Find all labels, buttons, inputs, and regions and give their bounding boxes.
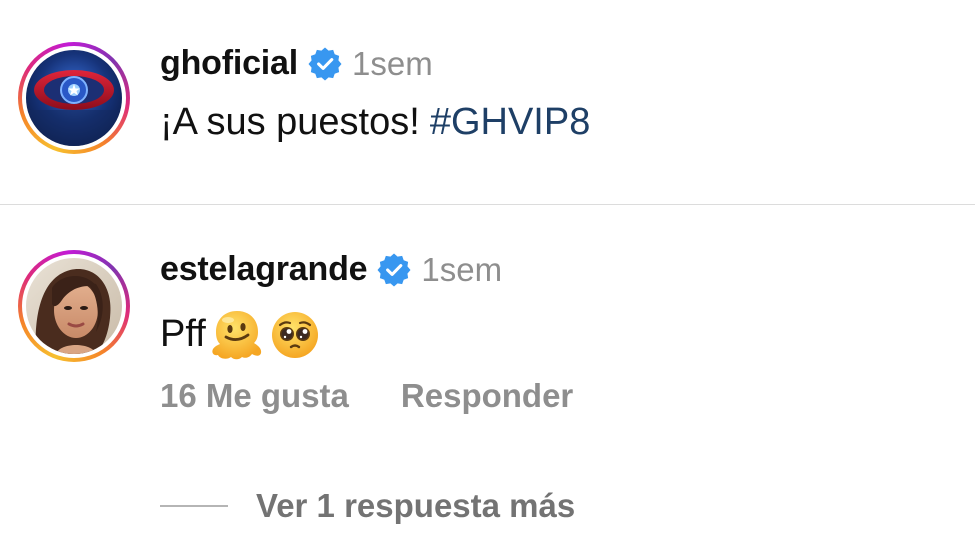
avatar-border xyxy=(22,254,126,358)
view-replies-button[interactable]: Ver 1 respuesta más xyxy=(160,487,575,525)
comment: estelagrande 1sem Pff 16 Me gusta Respon… xyxy=(0,205,975,548)
likes-count-link[interactable]: 16 Me gusta xyxy=(160,377,349,415)
melting-face-emoji-icon xyxy=(210,307,264,361)
caption-text-row: ¡A sus puestos! #GHVIP8 xyxy=(160,101,590,144)
caption-text: ¡A sus puestos! xyxy=(160,101,420,143)
story-ring[interactable] xyxy=(18,42,130,154)
username[interactable]: ghoficial xyxy=(160,44,298,83)
avatar-border xyxy=(22,46,126,150)
username[interactable]: estelagrande xyxy=(160,250,368,289)
avatar-ghoficial[interactable] xyxy=(26,50,122,146)
verified-badge-icon xyxy=(308,47,342,81)
comment-text: Pff xyxy=(160,312,206,355)
replies-divider-line xyxy=(160,505,228,507)
pleading-face-emoji-icon xyxy=(268,307,322,361)
verified-badge-icon xyxy=(377,253,411,287)
story-ring[interactable] xyxy=(18,250,130,362)
comment-timestamp: 1sem xyxy=(421,250,503,288)
avatar-estelagrande[interactable] xyxy=(26,258,122,354)
profile-photo-icon xyxy=(26,258,122,354)
post-header: ghoficial 1sem xyxy=(160,44,433,83)
comment-header: estelagrande 1sem xyxy=(160,250,502,289)
comment-actions: 16 Me gusta Responder xyxy=(160,377,573,415)
view-replies-label: Ver 1 respuesta más xyxy=(256,487,576,524)
hashtag-link[interactable]: #GHVIP8 xyxy=(430,101,591,144)
post-timestamp: 1sem xyxy=(352,44,433,82)
post-caption: ghoficial 1sem ¡A sus puestos! #GHVIP8 xyxy=(0,0,975,205)
reply-button[interactable]: Responder xyxy=(401,377,573,415)
comment-text-row: Pff xyxy=(160,307,322,361)
ghvip-logo-icon xyxy=(26,50,122,146)
